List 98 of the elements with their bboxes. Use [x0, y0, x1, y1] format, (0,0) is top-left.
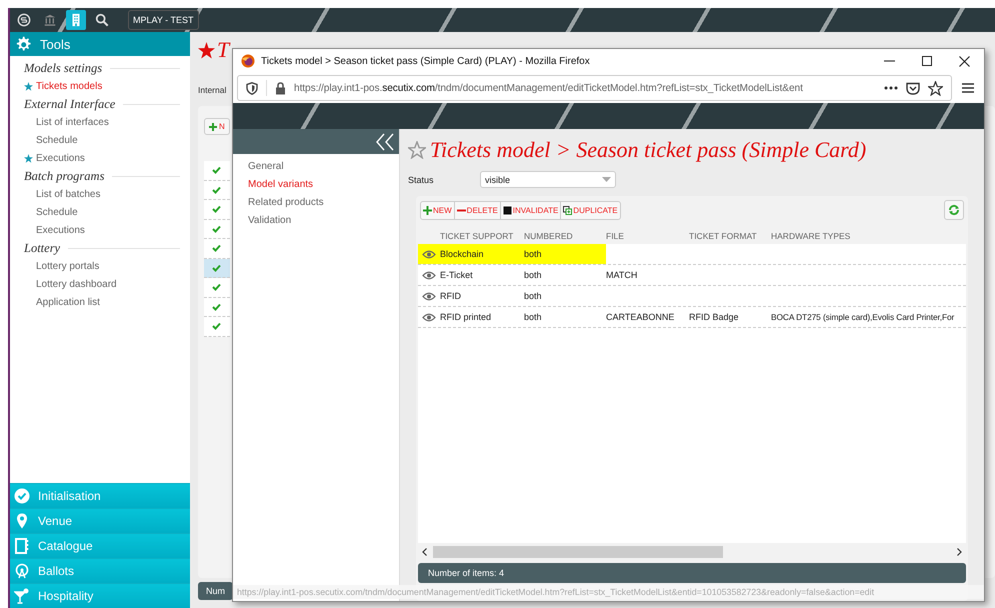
menu-link[interactable]: Executions: [36, 152, 85, 164]
close-icon[interactable]: [959, 56, 970, 66]
table-cell-text: RFID: [440, 291, 462, 301]
window-title: Tickets model > Season ticket pass (Simple Card) (PLAY) - Mozilla Firefox: [261, 56, 591, 66]
eye-icon[interactable]: [422, 292, 436, 300]
table-row[interactable]: RFID printed both CARTEABONNE RFID Badge BOCA DT275 (simple card),Evolis Card Printer,For: [418, 307, 966, 328]
table-cell-text: RFID printed: [440, 312, 492, 322]
table-row[interactable]: Blockchain both: [418, 244, 966, 265]
dropdown-arrow-icon: [602, 177, 611, 182]
add-button[interactable]: N: [204, 118, 230, 135]
eye-icon[interactable]: [422, 312, 436, 322]
environment-badge: MPLAY - TEST: [128, 10, 199, 30]
check-badge-icon: [14, 488, 30, 504]
link-status-bar: https://play.int1-pos.secutix.com/tndm/documentManagement/editTicketModel.htm?refList=stx_TicketModelList&entid=101053582723&readonly=false&action=edit: [233, 585, 984, 599]
checkmark-icon: [212, 205, 221, 214]
column-header: TICKET SUPPORT: [440, 231, 514, 241]
scroll-right-icon[interactable]: [957, 548, 962, 556]
eye-icon[interactable]: [422, 250, 436, 258]
ferris-wheel-icon: [14, 563, 30, 579]
table-cell-text: BOCA DT275 (simple card),Evolis Card Printer,For: [771, 312, 956, 322]
menu-link[interactable]: Schedule: [36, 134, 78, 146]
menu-icon[interactable]: [962, 83, 974, 93]
settings-icon: [14, 35, 32, 53]
section-heading: External Interface: [24, 96, 116, 112]
pocket-icon[interactable]: [906, 82, 920, 94]
menu-link[interactable]: List of interfaces: [36, 116, 109, 128]
nav-link[interactable]: Related products: [233, 194, 324, 212]
eye-icon[interactable]: [422, 270, 436, 280]
checkmark-icon: [212, 283, 221, 292]
table-cell-text: both: [524, 291, 543, 301]
status-dropdown[interactable]: visible: [480, 171, 616, 188]
checkmark-icon: [212, 322, 221, 330]
table-cell-text: both: [524, 312, 543, 322]
refresh-icon: [948, 204, 960, 216]
plus-icon: [423, 206, 432, 214]
checkmark-icon: [212, 166, 221, 174]
menu-link[interactable]: Executions: [36, 224, 85, 236]
column-header: NUMBERED: [524, 231, 574, 241]
section-heading: Batch programs: [24, 168, 104, 184]
toolbar-button[interactable]: NEW: [421, 202, 455, 218]
checkmark-icon: [212, 244, 221, 252]
checkmark-icon: [212, 186, 221, 194]
column-header: FILE: [606, 231, 625, 241]
menu-link[interactable]: List of batches: [36, 188, 100, 200]
table-cell-text: both: [524, 249, 543, 259]
table-cell-text: both: [524, 270, 543, 280]
collapse-icon[interactable]: [375, 132, 395, 150]
cocktail-icon: [14, 588, 30, 604]
menu-link[interactable]: Lottery dashboard: [36, 278, 117, 290]
toolbar-button[interactable]: INVALIDATE: [500, 202, 562, 218]
more-icon[interactable]: [884, 86, 898, 90]
scroll-left-icon[interactable]: [422, 548, 427, 556]
shield-icon: [246, 82, 258, 94]
page-title: T: [217, 37, 230, 63]
bookmark-star-icon[interactable]: [928, 80, 943, 96]
star-outline-icon[interactable]: [408, 141, 426, 159]
refresh-button[interactable]: [944, 200, 964, 220]
nav-link[interactable]: Model variants: [233, 176, 314, 194]
checkmark-icon: [212, 224, 221, 233]
status-label: Status: [408, 174, 435, 184]
section-heading: Models settings: [24, 60, 102, 76]
section-heading: Lottery: [24, 240, 60, 256]
square-icon: [502, 206, 512, 214]
list-footer: Num: [198, 582, 234, 600]
tools-label: Tools: [40, 36, 70, 52]
lock-icon: [275, 82, 286, 94]
item-count-bar: Number of items: 4: [418, 563, 966, 583]
browser-logo-icon: [241, 54, 255, 68]
column-header: TICKET FORMAT: [689, 231, 758, 241]
table-row[interactable]: RFID both: [418, 286, 966, 307]
table-cell-text: CARTEABONNE: [606, 312, 676, 322]
plus-icon: [209, 122, 217, 130]
tools-header[interactable]: Tools: [10, 32, 190, 56]
menu-link[interactable]: Lottery portals: [36, 260, 100, 272]
filter-label: Internal: [198, 85, 226, 95]
nav-link[interactable]: Validation: [233, 212, 292, 230]
address-field[interactable]: https://play.int1-pos.secutix.com/tndm/documentManagement/editTicketModel.htm?refList=stx_TicketModelList&ent: [237, 75, 952, 101]
table-cell-text: MATCH: [606, 270, 638, 280]
table-cell-text: RFID Badge: [689, 312, 740, 322]
checkmark-icon: [212, 264, 221, 272]
page-title: Tickets model > Season ticket pass (Simple Card): [430, 137, 866, 163]
table-cell-text: Blockchain: [440, 249, 485, 259]
star-icon: [198, 42, 215, 58]
menu-link[interactable]: Tickets models: [36, 80, 102, 92]
menu-link[interactable]: Schedule: [36, 206, 78, 218]
location-pin-icon: [14, 513, 30, 529]
column-header: HARDWARE TYPES: [771, 231, 852, 241]
menu-link[interactable]: Application list: [36, 296, 100, 308]
book-icon: [14, 538, 30, 554]
maximize-icon[interactable]: [922, 56, 932, 66]
table-cell-text: E-Ticket: [440, 270, 474, 280]
nav-link[interactable]: General: [233, 158, 284, 176]
table-row[interactable]: E-Ticket both MATCH: [418, 265, 966, 286]
minimize-icon[interactable]: [884, 60, 895, 62]
duplicate-icon: [563, 206, 572, 214]
toolbar-button[interactable]: DUPLICATE: [561, 202, 620, 218]
toolbar-button[interactable]: DELETE: [454, 202, 501, 218]
checkmark-icon: [212, 302, 221, 311]
